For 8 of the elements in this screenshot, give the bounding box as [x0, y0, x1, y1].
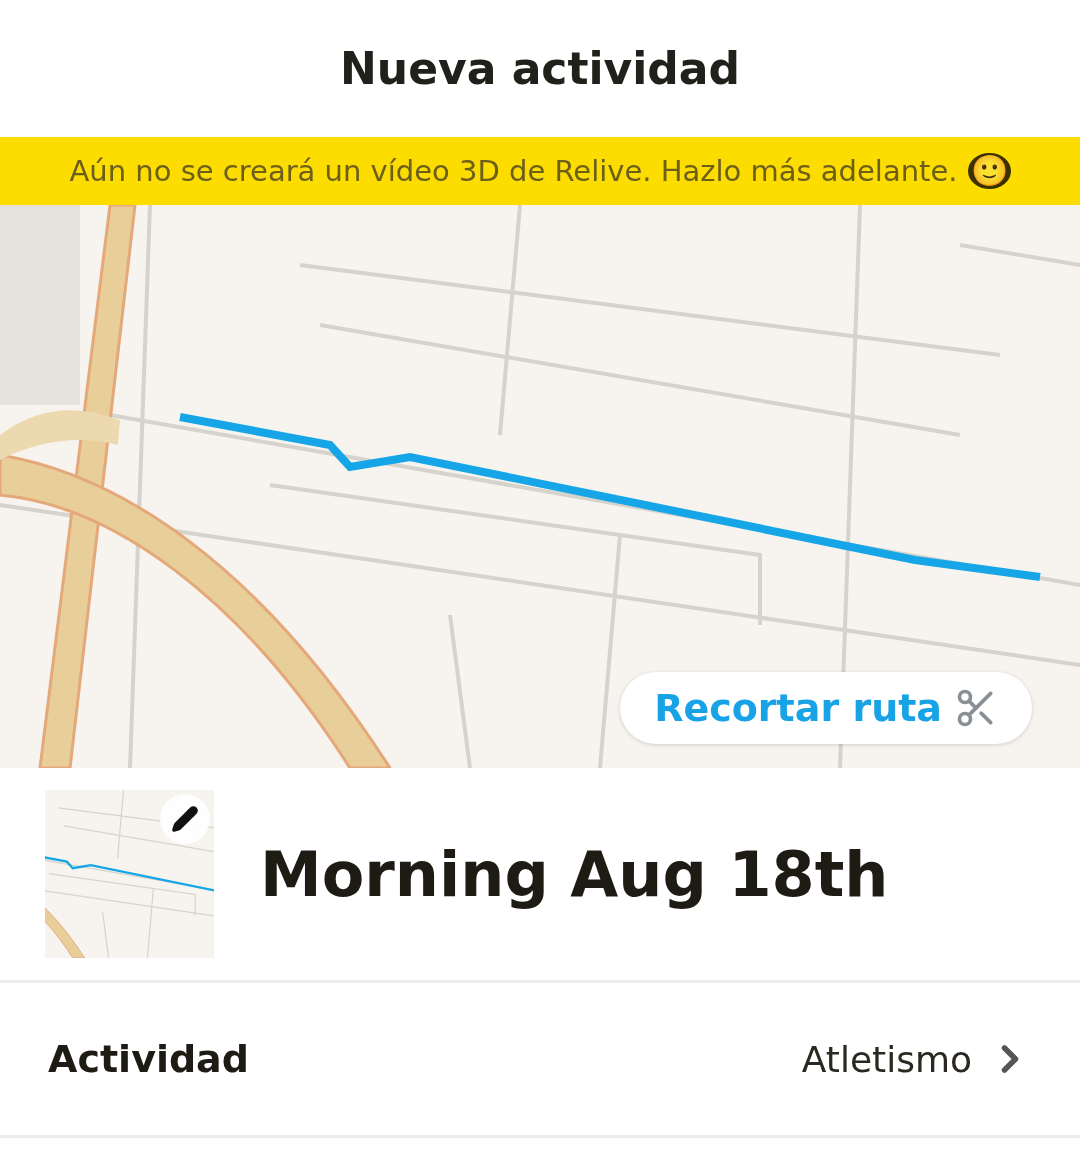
- screen-title: Nueva actividad: [340, 43, 740, 94]
- pencil-icon: [171, 805, 199, 833]
- smiley-emoji: 🙂: [967, 153, 1011, 189]
- settings-row[interactable]: Actividad Atletismo: [0, 983, 1080, 1138]
- setting-label: Actividad: [48, 1037, 250, 1081]
- banner-text: Aún no se creará un vídeo 3D de Relive. Hazlo más adelante.: [69, 154, 958, 188]
- activity-name: Morning Aug 18th: [260, 837, 889, 911]
- setting-value: Atletismo: [801, 1038, 972, 1080]
